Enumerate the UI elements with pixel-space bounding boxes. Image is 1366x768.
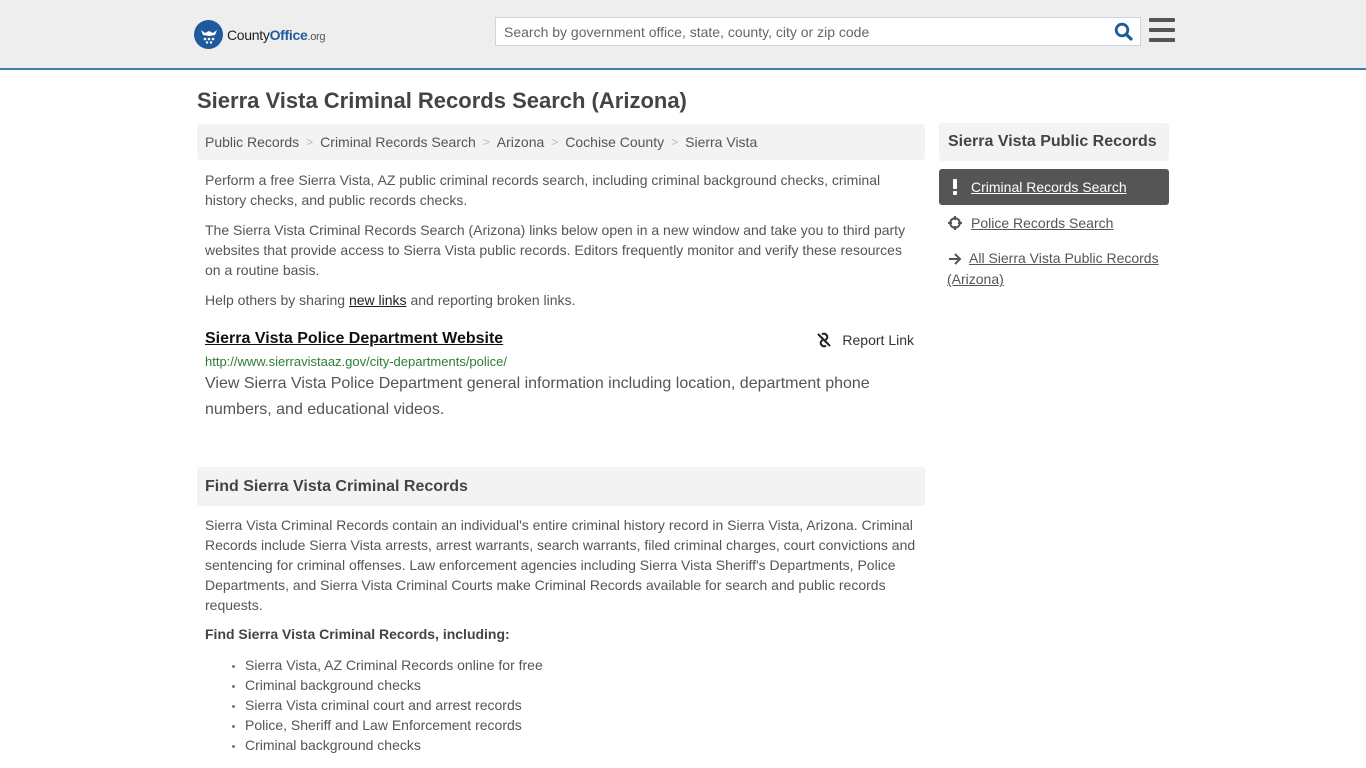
breadcrumb-arizona[interactable]: Arizona (497, 134, 544, 150)
intro-text-after: and reporting broken links. (406, 292, 576, 308)
site-logo[interactable]: CountyOffice.org (194, 20, 326, 49)
menu-bar (1149, 18, 1175, 22)
search-input[interactable] (496, 18, 1106, 45)
logo-wordmark: CountyOffice.org (227, 26, 326, 43)
resource-link-title[interactable]: Sierra Vista Police Department Website (205, 330, 503, 348)
sidebar-item-all-public-records[interactable]: All Sierra Vista Public Records (Arizona… (939, 241, 1169, 297)
exclamation-icon (947, 177, 963, 197)
breadcrumb-criminal-records-search[interactable]: Criminal Records Search (320, 134, 476, 150)
report-link-label: Report Link (842, 332, 914, 348)
intro-paragraph-3: Help others by sharing new links and rep… (205, 290, 917, 310)
sidebar-item-label[interactable]: Police Records Search (971, 213, 1113, 233)
page-title: Sierra Vista Criminal Records Search (Ar… (197, 88, 687, 113)
sidebar-heading: Sierra Vista Public Records (939, 123, 1169, 161)
breadcrumb-separator: > (306, 135, 314, 149)
sidebar-item-police-records-search[interactable]: Police Records Search (939, 205, 1169, 241)
report-link-button[interactable]: Report Link (816, 332, 914, 348)
breadcrumb-sierra-vista[interactable]: Sierra Vista (685, 134, 757, 150)
breadcrumb: Public Records > Criminal Records Search… (197, 124, 925, 160)
logo-text-county: County (227, 26, 270, 43)
new-links-link[interactable]: new links (349, 292, 407, 308)
crosshair-icon (947, 213, 963, 233)
intro-paragraph-1: Perform a free Sierra Vista, AZ public c… (205, 172, 881, 208)
resource-link-description: View Sierra Vista Police Department gene… (205, 375, 870, 418)
search-icon (1114, 22, 1133, 41)
sidebar-nav: Criminal Records Search Police Records S… (939, 169, 1169, 297)
eagle-stars-logo-icon (194, 20, 223, 49)
list-item: Sierra Vista criminal court and arrest r… (245, 695, 543, 715)
list-item: Sierra Vista, AZ Criminal Records online… (245, 655, 543, 675)
list-item: Criminal background checks (245, 675, 543, 695)
resource-link-url[interactable]: http://www.sierravistaaz.gov/city-depart… (205, 354, 917, 369)
sidebar-item-label[interactable]: All Sierra Vista Public Records (Arizona… (947, 250, 1159, 287)
resource-link-item: Sierra Vista Police Department Website R… (205, 330, 917, 423)
sidebar-item-criminal-records-search[interactable]: Criminal Records Search (939, 169, 1169, 205)
section-heading: Find Sierra Vista Criminal Records (197, 467, 925, 506)
intro-text-before: Help others by sharing (205, 292, 349, 308)
site-header: CountyOffice.org (0, 0, 1366, 70)
intro-text: Perform a free Sierra Vista, AZ public c… (205, 170, 917, 320)
logo-text-org: .org (307, 30, 326, 43)
menu-bar (1149, 28, 1175, 32)
breadcrumb-public-records[interactable]: Public Records (205, 134, 299, 150)
records-bullet-list: Sierra Vista, AZ Criminal Records online… (245, 655, 543, 755)
list-item: Police, Sheriff and Law Enforcement reco… (245, 715, 543, 735)
sidebar-item-label[interactable]: Criminal Records Search (971, 177, 1127, 197)
list-item: Criminal background checks (245, 735, 543, 755)
menu-bar (1149, 38, 1175, 42)
breadcrumb-cochise-county[interactable]: Cochise County (565, 134, 664, 150)
arrow-right-icon (947, 249, 963, 269)
section-subheading: Find Sierra Vista Criminal Records, incl… (205, 626, 510, 642)
breadcrumb-separator: > (482, 135, 490, 149)
breadcrumb-separator: > (551, 135, 559, 149)
logo-text-office: Office (269, 26, 308, 43)
broken-link-icon (817, 332, 832, 348)
section-body: Sierra Vista Criminal Records contain an… (205, 517, 916, 613)
intro-paragraph-2: The Sierra Vista Criminal Records Search… (205, 222, 906, 278)
site-search (495, 17, 1141, 46)
hamburger-menu-icon[interactable] (1149, 18, 1175, 42)
breadcrumb-separator: > (671, 135, 679, 149)
search-button[interactable] (1106, 18, 1140, 45)
